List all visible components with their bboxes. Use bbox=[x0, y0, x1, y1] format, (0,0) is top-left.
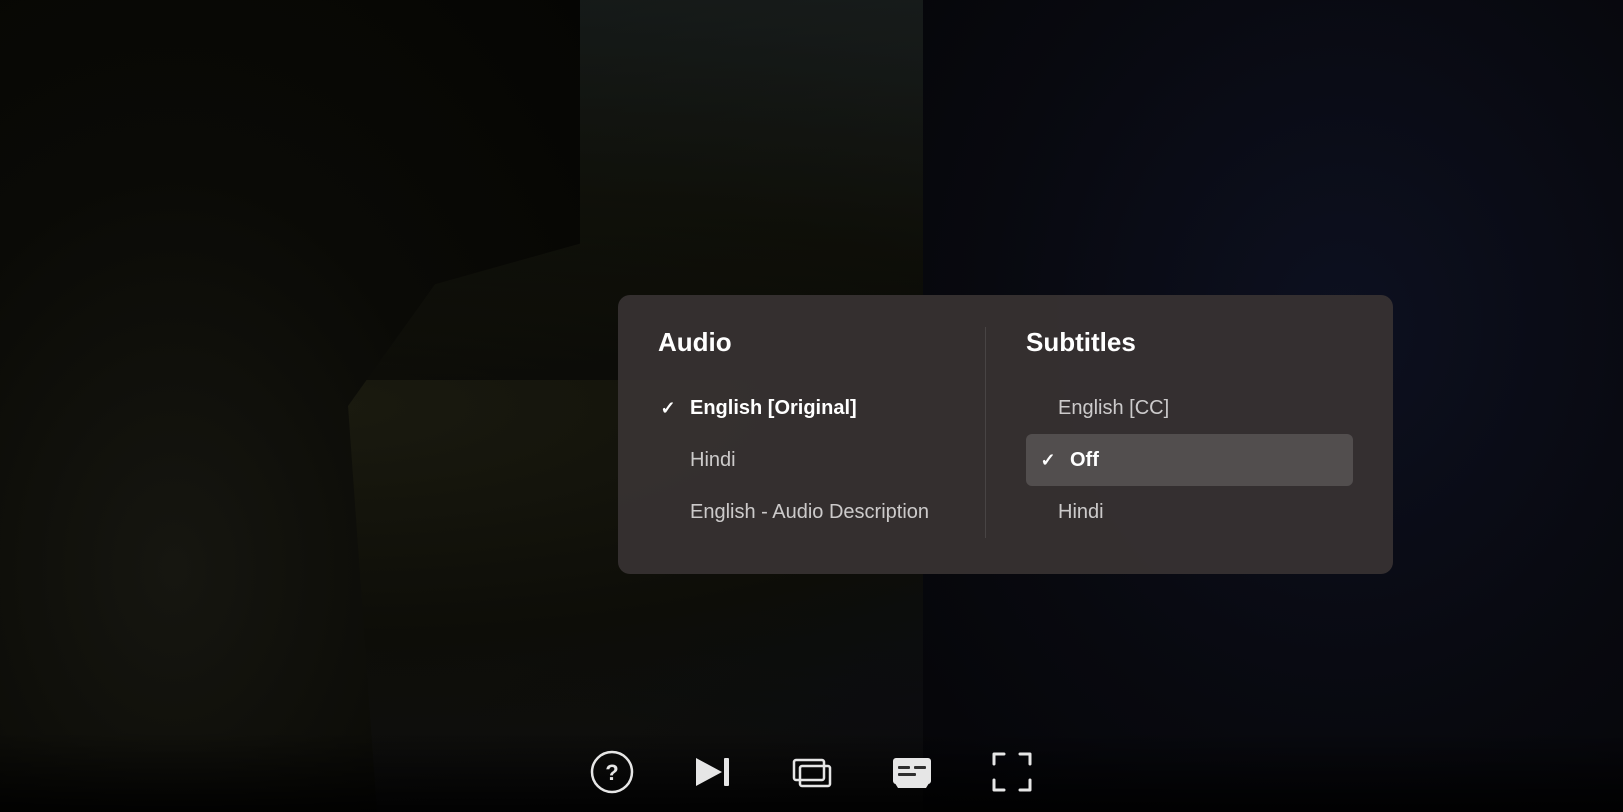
audio-option-hindi[interactable]: Hindi bbox=[658, 434, 985, 486]
audio-label-english-ad: English - Audio Description bbox=[690, 501, 929, 524]
audio-column: Audio ✓ English [Original] Hindi English… bbox=[658, 327, 985, 538]
subtitles-title: Subtitles bbox=[1026, 327, 1353, 358]
help-button[interactable]: ? bbox=[582, 742, 642, 802]
audio-option-english-ad[interactable]: English - Audio Description bbox=[658, 486, 985, 538]
subtitles-option-off[interactable]: ✓ Off bbox=[1026, 434, 1353, 486]
next-episode-button[interactable] bbox=[682, 742, 742, 802]
subtitles-option-hindi[interactable]: Hindi bbox=[1026, 486, 1353, 538]
subtitles-label-english-cc: English [CC] bbox=[1058, 397, 1169, 420]
fullscreen-button[interactable] bbox=[982, 742, 1042, 802]
audio-label-english-original: English [Original] bbox=[690, 397, 857, 420]
subtitles-button[interactable] bbox=[882, 742, 942, 802]
audio-label-hindi: Hindi bbox=[690, 449, 736, 472]
bottom-controls: ? bbox=[0, 732, 1623, 812]
audio-title: Audio bbox=[658, 327, 985, 358]
subtitles-option-english-cc[interactable]: English [CC] bbox=[1026, 382, 1353, 434]
subtitles-label-off: Off bbox=[1070, 449, 1099, 472]
check-icon-english-original: ✓ bbox=[658, 398, 678, 419]
audio-option-english-original[interactable]: ✓ English [Original] bbox=[658, 382, 985, 434]
audio-subtitles-button[interactable] bbox=[782, 742, 842, 802]
audio-subtitles-panel: Audio ✓ English [Original] Hindi English… bbox=[618, 295, 1393, 574]
svg-text:?: ? bbox=[605, 760, 618, 785]
check-icon-off: ✓ bbox=[1038, 450, 1058, 471]
subtitles-column: Subtitles English [CC] ✓ Off Hindi bbox=[985, 327, 1353, 538]
subtitles-label-hindi: Hindi bbox=[1058, 501, 1104, 524]
